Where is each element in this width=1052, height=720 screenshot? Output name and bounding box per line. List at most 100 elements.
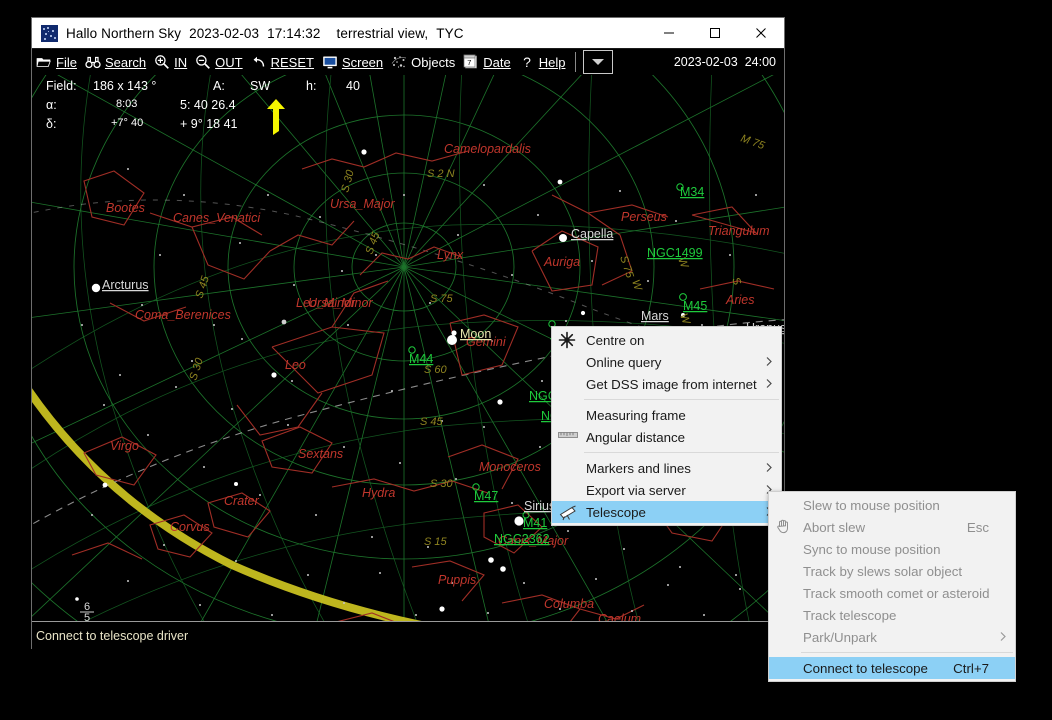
minimize-button[interactable] — [646, 18, 692, 48]
svg-text:Puppis: Puppis — [438, 573, 476, 587]
svg-text:Ursa_Minor: Ursa_Minor — [308, 296, 373, 310]
submenu-item-sync-to-mouse[interactable]: Sync to mouse position — [769, 538, 1015, 560]
submenu-separator — [801, 652, 1013, 653]
submenu-item-track-by-slews[interactable]: Track by slews solar object — [769, 560, 1015, 582]
screen-root: Hallo Northern Sky 2023-02-03 17:14:32 terr… — [0, 0, 1052, 720]
svg-text:5: 5 — [84, 612, 90, 621]
menu-item-measuring-frame[interactable]: Measuring frame — [552, 404, 781, 426]
toolbar-button-file[interactable]: File — [34, 50, 83, 74]
menu-item-online-query[interactable]: Online query — [552, 351, 781, 373]
main-toolbar: File Search IN OUT RESET Screen Objects … — [32, 48, 784, 75]
reset-arrow-icon — [253, 56, 264, 67]
app-icon — [41, 24, 58, 42]
toolbar-clock[interactable]: 2023-02-03 24:00 — [674, 49, 776, 75]
context-menu: Centre on Online query Get DSS image fro… — [551, 326, 782, 526]
submenu-label-sync-to-mouse: Sync to mouse position — [803, 541, 941, 557]
submenu-label-connect-to-telescope: Connect to telescope — [803, 660, 928, 676]
maximize-button[interactable] — [692, 18, 738, 48]
toolbar-label-reset: RESET — [270, 54, 314, 70]
submenu-label-track-by-slews: Track by slews solar object — [803, 563, 963, 579]
submenu-label-track-smooth: Track smooth comet or asteroid — [803, 585, 990, 601]
menu-label-markers-and-lines: Markers and lines — [586, 460, 691, 476]
chevron-down-icon — [592, 59, 605, 65]
submenu-item-track-telescope[interactable]: Track telescope — [769, 604, 1015, 626]
svg-text:Mars: Mars — [641, 309, 669, 323]
submenu-item-slew-to-mouse[interactable]: Slew to mouse position — [769, 494, 1015, 516]
menu-item-get-dss-image[interactable]: Get DSS image from internet — [552, 373, 781, 395]
menu-item-markers-and-lines[interactable]: Markers and lines — [552, 457, 781, 479]
title-bar[interactable]: Hallo Northern Sky 2023-02-03 17:14:32 terr… — [32, 18, 784, 48]
toolbar-label-objects: Objects — [411, 54, 456, 70]
menu-item-centre-on[interactable]: Centre on — [552, 329, 781, 351]
menu-item-telescope[interactable]: Telescope — [552, 501, 781, 523]
chevron-right-icon — [1000, 630, 1006, 645]
ruler-icon — [558, 428, 578, 446]
calendar-icon: 7 — [463, 54, 478, 69]
status-bar: Connect to telescope driver — [32, 621, 784, 650]
window-controls — [646, 18, 784, 48]
monitor-icon — [323, 56, 337, 69]
close-button[interactable] — [738, 18, 784, 48]
svg-text:Moon: Moon — [460, 327, 491, 341]
zoom-out-icon — [196, 55, 211, 69]
svg-text:Caelum: Caelum — [598, 612, 641, 621]
toolbar-button-search[interactable]: Search — [83, 50, 152, 74]
toolbar-label-date: Date — [483, 54, 511, 70]
svg-text:M41: M41 — [523, 516, 547, 530]
svg-text:Corvus: Corvus — [170, 520, 210, 534]
toolbar-label-screen: Screen — [341, 54, 384, 70]
svg-text:M45: M45 — [683, 299, 707, 313]
toolbar-button-zoom-in[interactable]: IN — [152, 50, 193, 74]
submenu-item-park-unpark[interactable]: Park/Unpark — [769, 626, 1015, 648]
svg-text:Capella: Capella — [571, 227, 613, 241]
svg-text:Sextans: Sextans — [298, 447, 343, 461]
toolbar-button-screen[interactable]: Screen — [320, 50, 389, 74]
submenu-label-park-unpark: Park/Unpark — [803, 629, 877, 645]
toolbar-label-zoom-out: OUT — [215, 54, 243, 70]
zoom-in-icon — [155, 55, 170, 69]
toolbar-button-reset[interactable]: RESET — [249, 50, 320, 74]
title-app-name: Hallo Northern Sky — [66, 25, 182, 41]
toolbar-label-file: File — [56, 54, 77, 70]
toolbar-button-help[interactable]: ? Help — [517, 50, 572, 74]
svg-text:Leo: Leo — [285, 358, 306, 372]
svg-text:Virgo: Virgo — [110, 439, 139, 453]
toolbar-label-zoom-in: IN — [174, 54, 188, 70]
toolbar-button-objects[interactable]: Objects — [389, 50, 461, 74]
svg-text:M34: M34 — [680, 185, 704, 199]
menu-item-export-via-server[interactable]: Export via server — [552, 479, 781, 501]
submenu-item-abort-slew[interactable]: Abort slew Esc — [769, 516, 1015, 538]
objects-icon — [391, 56, 407, 68]
toolbar-button-date[interactable]: 7 Date — [461, 50, 516, 74]
menu-item-angular-distance[interactable]: Angular distance — [552, 426, 781, 448]
svg-text:NGC1499: NGC1499 — [647, 246, 703, 260]
svg-text:Triangulum: Triangulum — [708, 224, 770, 238]
svg-text:S 30: S 30 — [430, 478, 454, 490]
title-date: 2023-02-03 — [189, 25, 260, 41]
window-title: Hallo Northern Sky 2023-02-03 17:14:32 terr… — [66, 26, 464, 41]
svg-text:Coma_Berenices: Coma_Berenices — [135, 308, 231, 322]
title-time: 17:14:32 — [267, 25, 321, 41]
toolbar-label-search: Search — [104, 54, 147, 70]
submenu-label-track-telescope: Track telescope — [803, 607, 897, 623]
submenu-item-track-smooth[interactable]: Track smooth comet or asteroid — [769, 582, 1015, 604]
svg-text:Arcturus: Arcturus — [102, 278, 149, 292]
telescope-icon — [558, 503, 578, 521]
svg-text:Camelopardalis: Camelopardalis — [444, 142, 531, 156]
svg-text:Auriga: Auriga — [543, 255, 580, 269]
status-text: Connect to telescope driver — [36, 629, 189, 643]
toolbar-overflow-button[interactable] — [583, 50, 614, 74]
title-view-mode: terrestrial view, — [336, 25, 429, 41]
svg-text:M44: M44 — [409, 352, 433, 366]
toolbar-separator — [575, 52, 577, 72]
menu-label-online-query: Online query — [586, 354, 662, 370]
submenu-item-connect-to-telescope[interactable]: Connect to telescope Ctrl+7 — [769, 657, 1015, 679]
toolbar-label-help: Help — [538, 54, 566, 70]
svg-text:7: 7 — [467, 58, 471, 67]
menu-separator — [584, 452, 779, 453]
toolbar-button-zoom-out[interactable]: OUT — [193, 50, 248, 74]
svg-text:Columba: Columba — [544, 597, 594, 611]
starburst-icon — [558, 331, 578, 349]
menu-label-measuring-frame: Measuring frame — [586, 407, 686, 423]
menu-label-centre-on: Centre on — [586, 332, 645, 348]
